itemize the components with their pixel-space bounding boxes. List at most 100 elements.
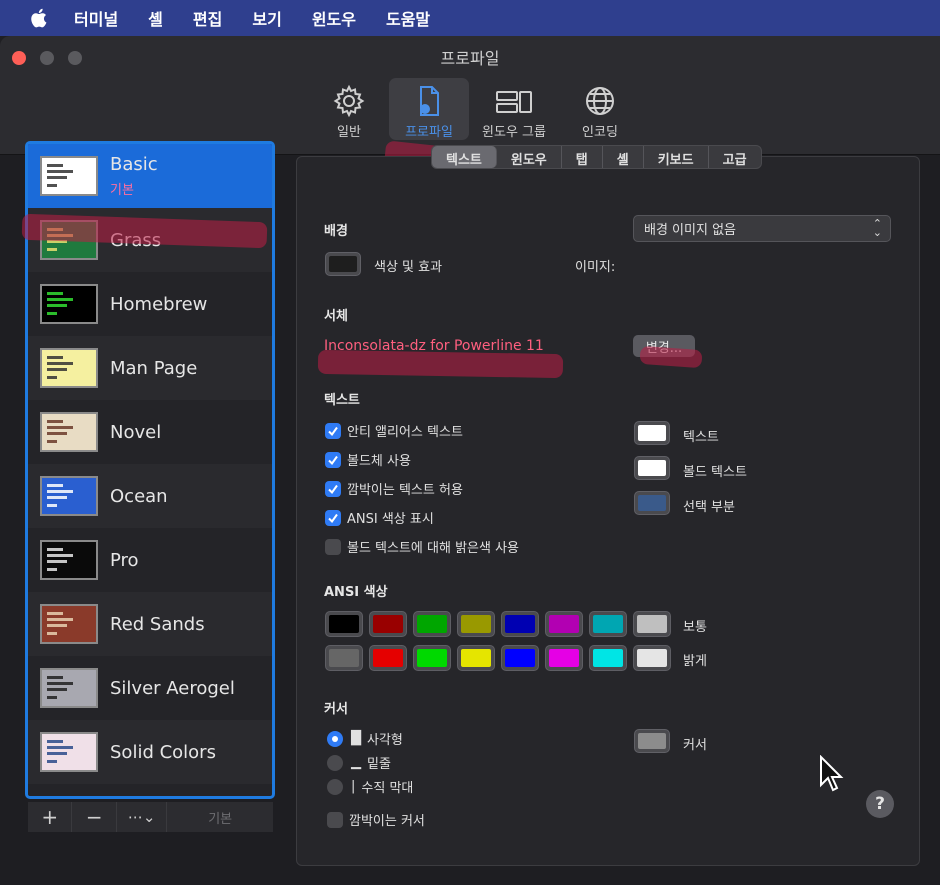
- blink-cursor-checkbox-row[interactable]: 깜박이는 커서: [327, 810, 425, 829]
- profile-default-tag: 기본: [110, 183, 134, 198]
- menu-window[interactable]: 윈도우: [312, 6, 356, 30]
- ansi-color-well[interactable]: [457, 611, 495, 637]
- checkbox-row[interactable]: ANSI 색상 표시: [325, 508, 434, 527]
- cursor-style-option[interactable]: | 수직 막대: [327, 777, 413, 796]
- ansi-color-well[interactable]: [457, 645, 495, 671]
- ansi-color-well[interactable]: [545, 611, 583, 637]
- color-swatch: [593, 615, 623, 633]
- checkbox[interactable]: [325, 480, 341, 497]
- profile-thumbnail: [40, 540, 98, 580]
- checkbox[interactable]: [325, 509, 341, 526]
- tab-advanced[interactable]: 고급: [709, 146, 761, 168]
- menu-bar: 터미널 셸 편집 보기 윈도우 도움말: [0, 0, 940, 36]
- profile-name: Ocean: [110, 485, 168, 507]
- cursor-color-swatch: [638, 733, 666, 749]
- menu-view[interactable]: 보기: [252, 6, 281, 30]
- checkbox-row[interactable]: 볼드 텍스트에 대해 밝은색 사용: [325, 537, 519, 556]
- ansi-color-well[interactable]: [413, 611, 451, 637]
- text-color-well[interactable]: [634, 491, 670, 515]
- text-color-well[interactable]: [634, 456, 670, 480]
- window-titlebar: 프로파일 일반 프로파일 윈도우 그룹 인코딩: [0, 36, 940, 155]
- menu-edit[interactable]: 편집: [193, 6, 222, 30]
- cursor-style-option[interactable]: ▁ 밑줄: [327, 753, 391, 772]
- ansi-color-well[interactable]: [633, 611, 671, 637]
- toolbar-window-groups[interactable]: 윈도우 그룹: [474, 78, 554, 140]
- ansi-color-well[interactable]: [501, 645, 539, 671]
- remove-profile-button[interactable]: −: [72, 802, 117, 832]
- profile-name: Red Sands: [110, 613, 205, 635]
- cursor-color-well[interactable]: [634, 729, 670, 753]
- thumbnail-line: [47, 248, 57, 251]
- profile-name: Silver Aerogel: [110, 677, 235, 699]
- ansi-color-well[interactable]: [545, 645, 583, 671]
- checkbox-row[interactable]: 깜박이는 텍스트 허용: [325, 479, 463, 498]
- color-swatch: [329, 649, 359, 667]
- thumbnail-line: [47, 304, 67, 307]
- toolbar-general[interactable]: 일반: [309, 78, 389, 140]
- profile-name: Man Page: [110, 357, 198, 379]
- checkbox[interactable]: [325, 538, 341, 555]
- blink-cursor-checkbox[interactable]: [327, 811, 343, 828]
- tab-text[interactable]: 텍스트: [432, 146, 497, 168]
- thumbnail-line: [47, 184, 57, 187]
- profile-name: Homebrew: [110, 293, 208, 315]
- default-profile-button[interactable]: 기본: [167, 802, 273, 832]
- text-color-well[interactable]: [634, 421, 670, 445]
- ansi-color-well[interactable]: [325, 645, 363, 671]
- profile-thumbnail: [40, 412, 98, 452]
- ansi-color-well[interactable]: [501, 611, 539, 637]
- checkbox[interactable]: [325, 422, 341, 439]
- checkbox-label: 볼드 텍스트에 대해 밝은색 사용: [347, 541, 520, 556]
- radio-button[interactable]: [327, 730, 343, 747]
- ansi-color-well[interactable]: [589, 645, 627, 671]
- menu-shell[interactable]: 셸: [148, 6, 163, 30]
- profile-item[interactable]: Red Sands: [28, 592, 272, 656]
- profile-item[interactable]: Novel: [28, 400, 272, 464]
- tab-keyboard[interactable]: 키보드: [644, 146, 709, 168]
- checkbox[interactable]: [325, 451, 341, 468]
- thumbnail-line: [47, 632, 57, 635]
- menu-help[interactable]: 도움말: [386, 6, 430, 30]
- profile-item[interactable]: Solid Colors: [28, 720, 272, 784]
- menu-terminal[interactable]: 터미널: [74, 6, 118, 30]
- checkbox-row[interactable]: 볼드체 사용: [325, 450, 411, 469]
- radio-button[interactable]: [327, 754, 343, 771]
- tab-window[interactable]: 윈도우: [497, 146, 562, 168]
- thumbnail-line: [47, 432, 67, 435]
- toolbar-profiles-label: 프로파일: [405, 125, 453, 140]
- profile-item[interactable]: Silver Aerogel: [28, 656, 272, 720]
- ansi-color-well[interactable]: [369, 611, 407, 637]
- help-button[interactable]: ?: [866, 790, 894, 818]
- profile-item[interactable]: Ocean: [28, 464, 272, 528]
- profile-item[interactable]: Basic 기본: [28, 144, 272, 208]
- profile-text: Novel: [110, 422, 161, 443]
- radio-button[interactable]: [327, 778, 343, 795]
- window-group-icon: [496, 91, 532, 113]
- profile-actions-button[interactable]: ⋯⌄: [117, 802, 168, 832]
- profile-text: Homebrew: [110, 294, 207, 315]
- toolbar-window-groups-label: 윈도우 그룹: [482, 125, 546, 140]
- ansi-color-well[interactable]: [589, 611, 627, 637]
- add-profile-button[interactable]: +: [28, 802, 73, 832]
- background-section-title: 배경: [324, 224, 348, 239]
- ansi-color-well[interactable]: [369, 645, 407, 671]
- profile-item[interactable]: Pro: [28, 528, 272, 592]
- toolbar-encodings[interactable]: 인코딩: [560, 78, 640, 140]
- color-swatch: [505, 649, 535, 667]
- toolbar-profiles[interactable]: 프로파일: [389, 78, 469, 140]
- ansi-color-well[interactable]: [633, 645, 671, 671]
- tab-shell[interactable]: 셸: [603, 146, 644, 168]
- ansi-color-well[interactable]: [413, 645, 451, 671]
- cursor-style-option[interactable]: █ 사각형: [327, 729, 403, 748]
- background-image-select[interactable]: 배경 이미지 없음 ⌃ ⌄: [633, 215, 891, 242]
- background-color-well[interactable]: [325, 252, 361, 276]
- ansi-color-well[interactable]: [325, 611, 363, 637]
- thumbnail-line: [47, 760, 57, 763]
- thumbnail-line: [47, 682, 73, 685]
- apple-logo-icon[interactable]: [28, 7, 48, 29]
- checkbox-row[interactable]: 안티 앨리어스 텍스트: [325, 421, 463, 440]
- tab-tab[interactable]: 탭: [562, 146, 603, 168]
- profile-item[interactable]: Man Page: [28, 336, 272, 400]
- thumbnail-line: [47, 560, 67, 563]
- profile-item[interactable]: Homebrew: [28, 272, 272, 336]
